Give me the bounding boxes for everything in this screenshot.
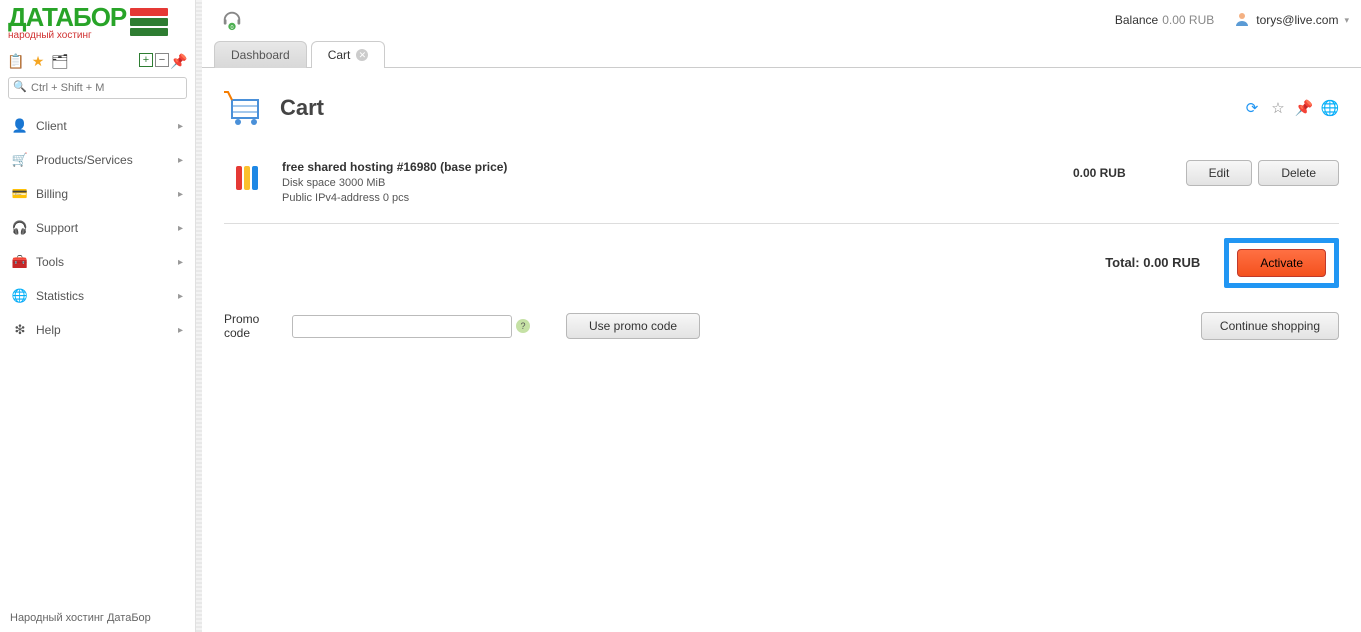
- cart-page-icon: [224, 86, 268, 130]
- continue-shopping-button[interactable]: Continue shopping: [1201, 312, 1339, 340]
- use-promo-button[interactable]: Use promo code: [566, 313, 700, 339]
- edit-button[interactable]: Edit: [1186, 160, 1253, 186]
- avatar-icon: [1234, 11, 1250, 30]
- balance-value: 0.00 RUB: [1162, 13, 1214, 27]
- search-input[interactable]: [8, 77, 187, 99]
- activate-button[interactable]: Activate: [1237, 249, 1326, 277]
- chevron-right-icon: ▸: [178, 155, 183, 166]
- promo-label: Promo code: [224, 312, 280, 341]
- cart-item: free shared hosting #16980 (base price) …: [224, 152, 1339, 224]
- nav-label: Support: [36, 221, 170, 235]
- sidebar-footer[interactable]: Народный хостинг ДатаБор: [10, 612, 151, 624]
- star-icon[interactable]: ☆: [1269, 99, 1287, 117]
- billing-icon: 💳: [12, 186, 28, 202]
- tab-cart[interactable]: Cart ✕: [311, 41, 386, 68]
- help-icon: ❇: [12, 322, 28, 338]
- nav-label: Client: [36, 119, 170, 133]
- logo[interactable]: ДАТАБОР народный хостинг: [0, 0, 195, 49]
- tools-icon: 🧰: [12, 254, 28, 270]
- page-title: Cart: [280, 95, 324, 121]
- item-line1: Disk space 3000 MiB: [282, 176, 996, 191]
- nav-label: Help: [36, 323, 170, 337]
- sidebar: ДАТАБОР народный хостинг 📋 ★ 🗂 + − 📌: [0, 0, 196, 632]
- user-icon: 👤: [12, 118, 28, 134]
- chevron-right-icon: ▸: [178, 189, 183, 200]
- nav-statistics[interactable]: 🌐 Statistics ▸: [0, 279, 195, 313]
- sidebar-toolbar: 📋 ★ 🗂 + − 📌: [0, 49, 195, 73]
- notes-icon[interactable]: 📋: [8, 53, 24, 69]
- expand-icon[interactable]: +: [139, 53, 153, 67]
- collapse-icon[interactable]: −: [155, 53, 169, 67]
- nav-support[interactable]: 🎧 Support ▸: [0, 211, 195, 245]
- nav-billing[interactable]: 💳 Billing ▸: [0, 177, 195, 211]
- logo-bars-icon: [130, 8, 168, 38]
- chevron-right-icon: ▸: [178, 325, 183, 336]
- chevron-down-icon: ▾: [1344, 15, 1349, 26]
- nav-label: Statistics: [36, 289, 170, 303]
- help-icon[interactable]: ?: [516, 319, 530, 333]
- page-header: Cart ⟳ ☆ 📌 🌐: [224, 86, 1339, 130]
- item-buttons: Edit Delete: [1156, 160, 1339, 186]
- item-details: free shared hosting #16980 (base price) …: [282, 160, 996, 207]
- globe-icon: 🌐: [12, 288, 28, 304]
- item-name: free shared hosting #16980 (base price): [282, 160, 996, 174]
- main-area: 0 Balance 0.00 RUB torys@live.com ▾ Dash…: [202, 0, 1361, 632]
- globe-icon[interactable]: 🌐: [1321, 99, 1339, 117]
- total-row: Total: 0.00 RUB Activate: [224, 224, 1339, 298]
- tab-dashboard[interactable]: Dashboard: [214, 41, 307, 68]
- svg-text:0: 0: [230, 25, 233, 31]
- chevron-right-icon: ▸: [178, 121, 183, 132]
- item-line2: Public IPv4-address 0 pcs: [282, 191, 996, 206]
- nav-products[interactable]: 🛒 Products/Services ▸: [0, 143, 195, 177]
- pin-icon[interactable]: 📌: [171, 53, 187, 69]
- page-actions: ⟳ ☆ 📌 🌐: [1243, 99, 1339, 117]
- headset-icon: 🎧: [12, 220, 28, 236]
- favorites-icon[interactable]: ★: [30, 53, 46, 69]
- sidebar-search: [8, 77, 187, 99]
- nav-label: Tools: [36, 255, 170, 269]
- nav-help[interactable]: ❇ Help ▸: [0, 313, 195, 347]
- item-price: 0.00 RUB: [996, 160, 1156, 186]
- nav-label: Products/Services: [36, 153, 170, 167]
- user-email: torys@live.com: [1256, 13, 1338, 27]
- nav-client[interactable]: 👤 Client ▸: [0, 109, 195, 143]
- pin-icon[interactable]: 📌: [1295, 99, 1313, 117]
- user-menu[interactable]: torys@live.com ▾: [1234, 11, 1349, 30]
- tab-label: Dashboard: [231, 48, 290, 62]
- nav-label: Billing: [36, 187, 170, 201]
- nav-tools[interactable]: 🧰 Tools ▸: [0, 245, 195, 279]
- tab-label: Cart: [328, 48, 351, 62]
- promo-input[interactable]: [292, 315, 512, 338]
- clipboard-icon[interactable]: 🗂: [52, 53, 68, 69]
- activate-highlight: Activate: [1224, 238, 1339, 288]
- refresh-icon[interactable]: ⟳: [1243, 99, 1261, 117]
- close-icon[interactable]: ✕: [356, 49, 368, 61]
- support-status-icon[interactable]: 0: [220, 8, 244, 32]
- delete-button[interactable]: Delete: [1258, 160, 1339, 186]
- total-label: Total: 0.00 RUB: [224, 255, 1224, 270]
- product-icon: [232, 160, 268, 196]
- logo-text: ДАТАБОР: [8, 4, 126, 30]
- tabs: Dashboard Cart ✕: [202, 40, 1361, 68]
- cart-icon: 🛒: [12, 152, 28, 168]
- chevron-right-icon: ▸: [178, 223, 183, 234]
- chevron-right-icon: ▸: [178, 257, 183, 268]
- chevron-right-icon: ▸: [178, 291, 183, 302]
- balance-label: Balance: [1115, 13, 1158, 27]
- promo-row: Promo code ? Use promo code Continue sho…: [224, 298, 1339, 355]
- header: 0 Balance 0.00 RUB torys@live.com ▾: [202, 0, 1361, 40]
- sidebar-nav: 👤 Client ▸ 🛒 Products/Services ▸ 💳 Billi…: [0, 103, 195, 632]
- page-content: Cart ⟳ ☆ 📌 🌐 free shared ho: [202, 68, 1361, 373]
